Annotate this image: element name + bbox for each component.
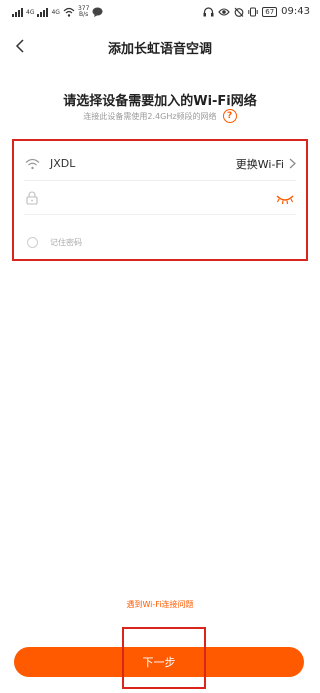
wifi-ssid: JXDL <box>50 157 76 170</box>
password-row <box>24 181 296 215</box>
frequency-hint: 连接此设备需使用2.4GHz频段的网络 <box>83 111 217 121</box>
change-wifi-label: 更换Wi-Fi <box>235 157 284 171</box>
page-title: 添加长虹语音空调 <box>107 42 212 57</box>
wifi-issue-link[interactable]: 遇到Wi-Fi连接问题 <box>0 599 320 610</box>
headphones-icon <box>203 6 214 16</box>
alarm-off-icon <box>234 7 244 17</box>
battery-indicator: 67 <box>262 6 278 17</box>
remember-password-row[interactable]: 记住密码 <box>24 227 296 257</box>
status-bar-left: 4G 4G 377 B/s <box>12 6 103 18</box>
status-time: 09:43 <box>281 6 310 17</box>
vibrate-icon <box>248 7 258 16</box>
network-tag-2: 4G <box>51 8 60 16</box>
hint-row: 连接此设备需使用2.4GHz频段的网络 ? <box>0 108 320 124</box>
change-wifi-button[interactable]: 更换Wi-Fi <box>236 156 296 172</box>
eye-closed-icon[interactable] <box>274 191 296 205</box>
next-button[interactable]: 下一步 <box>14 647 304 677</box>
wifi-icon <box>24 156 40 172</box>
chevron-right-icon <box>289 158 296 169</box>
status-bar-right: 67 09:43 <box>203 6 310 17</box>
remember-password-label: 记住密码 <box>50 237 82 247</box>
eye-comfort-icon <box>218 7 230 16</box>
status-bar: 4G 4G 377 B/s 67 09:43 <box>0 0 320 26</box>
header: 添加长虹语音空调 <box>0 26 320 66</box>
remember-radio-wrapper <box>24 234 40 250</box>
wifi-form: JXDL 更换Wi-Fi 记住密码 <box>12 139 308 261</box>
network-speed-unit: B/s <box>79 11 89 18</box>
network-speed: 377 B/s <box>78 6 89 18</box>
message-icon <box>92 7 103 17</box>
cell-signal-icon-2 <box>37 7 49 17</box>
cell-signal-icon <box>12 7 23 17</box>
remember-password-radio[interactable] <box>26 236 38 248</box>
section-heading: 请选择设备需要加入的Wi-Fi网络 <box>63 94 257 109</box>
wifi-status-icon <box>63 7 75 17</box>
lock-icon <box>24 190 40 206</box>
help-button[interactable]: ? <box>222 109 237 123</box>
network-tag-1: 4G <box>26 8 35 16</box>
password-input[interactable] <box>50 191 274 204</box>
wifi-ssid-row[interactable]: JXDL 更换Wi-Fi <box>24 147 296 181</box>
